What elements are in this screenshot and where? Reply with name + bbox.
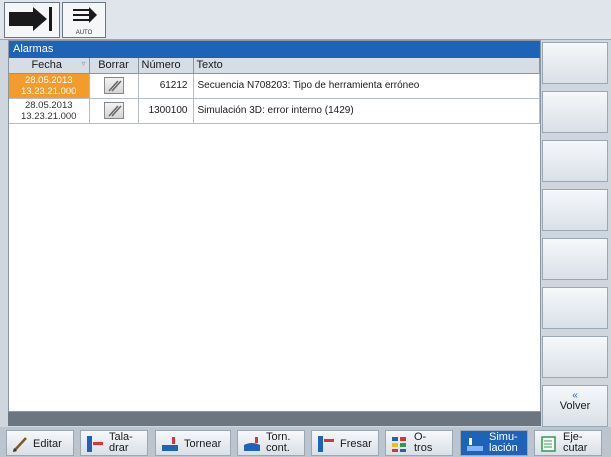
top-status-bar: AUTO <box>0 0 611 40</box>
clear-cell <box>89 73 139 99</box>
turn-button[interactable]: Tornear <box>155 430 231 456</box>
column-header-number[interactable]: Número <box>138 58 194 74</box>
others-grid-icon <box>392 437 406 452</box>
softkey-v5[interactable] <box>542 238 608 280</box>
alarm-panel: Alarmas Fecha ▿ Borrar Número Texto 28.05… <box>8 40 541 412</box>
horizontal-softkey-bar: Editar Tala-drar Tornear Torn. cont. Fres… <box>0 427 611 457</box>
simulation-icon <box>467 438 483 451</box>
milling-icon <box>318 436 334 452</box>
pencil-icon <box>13 437 27 452</box>
alarm-text: Simulación 3D: error interno (1429) <box>193 98 540 124</box>
clear-cell <box>89 98 139 124</box>
drill-icon <box>87 436 103 452</box>
others-button[interactable]: O-tros <box>385 430 453 456</box>
softkey-v6[interactable] <box>542 287 608 329</box>
jog-arrow-icon <box>9 7 52 31</box>
execute-button[interactable]: Eje-cutar <box>534 430 602 456</box>
alarm-date-cell: 28.05.2013 13.23.21.000 <box>9 98 90 124</box>
edit-button[interactable]: Editar <box>6 430 74 456</box>
execute-icon <box>541 436 556 452</box>
softkey-v3[interactable] <box>542 140 608 182</box>
alarm-text: Secuencia N708203: Tipo de herramienta e… <box>193 73 540 99</box>
column-header-clear[interactable]: Borrar <box>89 58 139 74</box>
alarm-date-cell: 28.05.2013 13.23.21.000 <box>9 73 90 99</box>
softkey-v4[interactable] <box>542 189 608 231</box>
alarm-number: 1300100 <box>138 98 194 124</box>
panel-title: Alarmas <box>9 41 540 58</box>
machine-mode-button[interactable] <box>4 2 60 38</box>
column-header-text[interactable]: Texto <box>193 58 540 74</box>
panel-footer-strip <box>8 412 541 426</box>
contour-icon <box>244 437 260 451</box>
back-button[interactable]: « Volver <box>542 385 608 427</box>
softkey-v1[interactable] <box>542 42 608 84</box>
clear-alarm-icon[interactable] <box>103 77 124 94</box>
table-row[interactable]: 28.05.2013 13.23.21.000 1300100 Simulaci… <box>9 98 540 124</box>
alarm-number: 61212 <box>138 73 194 99</box>
turning-icon <box>162 437 178 451</box>
mill-button[interactable]: Fresar <box>311 430 379 456</box>
simulation-button[interactable]: Simu-lación <box>460 430 528 456</box>
alarm-table: Fecha ▿ Borrar Número Texto 28.05.2013 13… <box>9 58 540 124</box>
clear-alarm-icon[interactable] <box>103 102 124 119</box>
auto-arrow-icon <box>73 7 97 23</box>
sort-icon: ▿ <box>81 59 86 69</box>
back-label: Volver <box>559 400 591 412</box>
drill-button[interactable]: Tala-drar <box>80 430 148 456</box>
auto-mode-button[interactable]: AUTO <box>62 2 106 38</box>
contour-turn-button[interactable]: Torn. cont. <box>237 430 305 456</box>
column-header-date[interactable]: Fecha ▿ <box>9 58 90 74</box>
softkey-v2[interactable] <box>542 91 608 133</box>
table-row[interactable]: 28.05.2013 13.23.21.000 61212 Secuencia … <box>9 73 540 99</box>
softkey-v7[interactable] <box>542 336 608 378</box>
auto-mode-label: AUTO <box>75 30 93 36</box>
